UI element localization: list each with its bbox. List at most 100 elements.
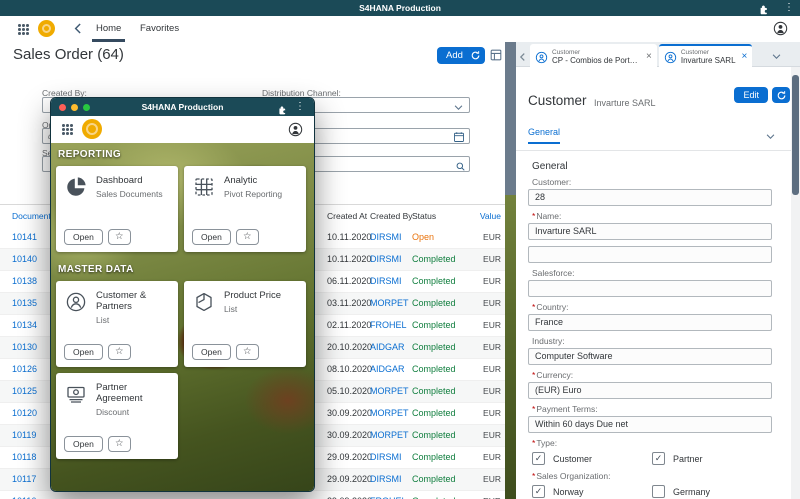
favorite-star-button[interactable]: ☆ bbox=[107, 229, 131, 245]
popup-shell-bar bbox=[51, 116, 314, 143]
created-by-link[interactable]: AIDGAR bbox=[370, 337, 405, 358]
created-by-link[interactable]: DIRSMI bbox=[370, 447, 402, 468]
field-value-box[interactable]: Computer Software bbox=[528, 348, 772, 365]
column-document[interactable]: Document bbox=[12, 205, 51, 227]
status-cell: Completed bbox=[412, 298, 456, 308]
created-by-link[interactable]: FROHEL bbox=[370, 491, 407, 499]
column-created-at[interactable]: Created At bbox=[327, 205, 367, 227]
document-link[interactable]: 10117 bbox=[12, 469, 36, 490]
export-table-icon[interactable] bbox=[489, 48, 503, 62]
created-by-link[interactable]: DIRSMI bbox=[370, 271, 402, 292]
detail-refresh-button[interactable] bbox=[772, 87, 790, 103]
field-value-box[interactable]: 28 bbox=[528, 189, 772, 206]
user-avatar-icon[interactable] bbox=[773, 21, 788, 36]
field-value-box[interactable]: (EUR) Euro bbox=[528, 382, 772, 399]
app-tile[interactable]: Dashboard Sales Documents Open ☆ bbox=[56, 166, 178, 252]
favorite-star-button[interactable]: ☆ bbox=[235, 229, 259, 245]
open-button[interactable]: Open bbox=[192, 344, 231, 360]
section-chevron-down-icon[interactable] bbox=[765, 129, 776, 140]
created-by-link[interactable]: MORPET bbox=[370, 425, 409, 446]
search-icon[interactable] bbox=[455, 159, 467, 171]
chevron-down-icon[interactable] bbox=[453, 100, 465, 112]
checkbox-option[interactable]: ✓ Norway bbox=[532, 485, 652, 498]
back-chevron-icon[interactable] bbox=[72, 22, 85, 35]
document-link[interactable]: 10125 bbox=[12, 381, 37, 402]
customer-tab[interactable]: CustomerCP - Combios de Portugal ... × bbox=[530, 44, 657, 68]
column-value[interactable]: Value bbox=[480, 205, 501, 227]
checkbox[interactable]: ✓ bbox=[532, 452, 545, 465]
field-value-box[interactable]: Within 60 days Due net bbox=[528, 416, 772, 433]
created-by-link[interactable]: DIRSMI bbox=[370, 469, 402, 490]
open-button[interactable]: Open bbox=[192, 229, 231, 245]
document-link[interactable]: 10134 bbox=[12, 315, 37, 336]
checkbox-option[interactable]: ✓ Partner bbox=[652, 452, 772, 465]
checkbox-option[interactable]: Germany bbox=[652, 485, 772, 498]
tab-overflow-chevron-icon[interactable] bbox=[771, 49, 782, 60]
popup-kebab-menu-icon[interactable]: ⋮ bbox=[295, 101, 305, 113]
open-button[interactable]: Open bbox=[64, 344, 103, 360]
checkbox-label: Customer bbox=[553, 453, 593, 464]
checkbox[interactable]: ✓ bbox=[532, 485, 545, 498]
created-by-link[interactable]: MORPET bbox=[370, 293, 409, 314]
launchpad-tiles-area: REPORTING Dashboard Sales Documents Open ☆ An… bbox=[51, 143, 314, 491]
detail-header: Customer Invarture SARL Edit General bbox=[516, 67, 800, 151]
checkbox[interactable] bbox=[652, 485, 665, 498]
created-at-cell: 03.11.2020 bbox=[327, 298, 372, 308]
created-by-link[interactable]: MORPET bbox=[370, 381, 409, 402]
document-link[interactable]: 10119 bbox=[12, 425, 36, 446]
brand-logo[interactable] bbox=[38, 20, 55, 37]
document-link[interactable]: 10116 bbox=[12, 491, 36, 499]
document-link[interactable]: 10140 bbox=[12, 249, 37, 270]
favorite-star-button[interactable]: ☆ bbox=[107, 436, 131, 452]
edit-button[interactable]: Edit bbox=[734, 87, 768, 103]
document-link[interactable]: 10118 bbox=[12, 447, 36, 468]
kebab-menu-icon[interactable]: ⋮ bbox=[784, 2, 794, 14]
nav-tab-favorites[interactable]: Favorites bbox=[136, 16, 183, 39]
field-value-box[interactable]: France bbox=[528, 314, 772, 331]
field-value-box[interactable] bbox=[528, 246, 772, 263]
detail-scrollbar-thumb[interactable] bbox=[792, 75, 799, 195]
created-by-link[interactable]: AIDGAR bbox=[370, 359, 405, 380]
document-link[interactable]: 10126 bbox=[12, 359, 37, 380]
list-scrollbar-thumb[interactable] bbox=[505, 42, 516, 195]
document-link[interactable]: 10138 bbox=[12, 271, 37, 292]
tab-general[interactable]: General bbox=[528, 127, 561, 144]
popup-brand-logo[interactable] bbox=[82, 119, 102, 139]
favorite-star-button[interactable]: ☆ bbox=[235, 344, 259, 360]
tab-scroll-left-icon[interactable] bbox=[518, 49, 528, 61]
app-tile[interactable]: Partner Agreement Discount Open ☆ bbox=[56, 373, 178, 459]
calendar-icon[interactable] bbox=[453, 130, 465, 142]
document-link[interactable]: 10130 bbox=[12, 337, 37, 358]
refresh-button[interactable] bbox=[466, 47, 485, 64]
popup-user-avatar-icon[interactable] bbox=[288, 122, 303, 137]
popup-extensions-puzzle-icon[interactable] bbox=[277, 102, 288, 114]
column-created-by[interactable]: Created By bbox=[370, 205, 413, 227]
customer-tab[interactable]: Customer Invarture SARL × bbox=[658, 44, 753, 68]
created-by-link[interactable]: DIRSMI bbox=[370, 249, 402, 270]
favorite-star-button[interactable]: ☆ bbox=[107, 344, 131, 360]
document-link[interactable]: 10120 bbox=[12, 403, 37, 424]
app-tile[interactable]: Customer & Partners List Open ☆ bbox=[56, 281, 178, 367]
checkbox-option[interactable]: ✓ Customer bbox=[532, 452, 652, 465]
tab-close-icon[interactable]: × bbox=[646, 52, 652, 62]
nav-tab-home[interactable]: Home bbox=[92, 16, 126, 42]
document-link[interactable]: 10141 bbox=[12, 227, 37, 248]
column-status[interactable]: Status bbox=[412, 205, 436, 227]
field-value-box[interactable]: Invarture SARL bbox=[528, 223, 772, 240]
checkbox[interactable]: ✓ bbox=[652, 452, 665, 465]
app-tile[interactable]: Analytic Pivot Reporting Open ☆ bbox=[184, 166, 306, 252]
created-by-link[interactable]: MORPET bbox=[370, 403, 409, 424]
tab-close-icon[interactable]: × bbox=[742, 52, 748, 62]
extensions-puzzle-icon[interactable] bbox=[758, 2, 770, 15]
popup-app-launcher-grid-icon[interactable] bbox=[62, 124, 73, 135]
document-link[interactable]: 10135 bbox=[12, 293, 37, 314]
detail-scrollbar[interactable] bbox=[791, 67, 800, 499]
created-by-link[interactable]: FROHEL bbox=[370, 315, 407, 336]
app-tile[interactable]: Product Price List Open ☆ bbox=[184, 281, 306, 367]
app-launcher-grid-icon[interactable] bbox=[18, 24, 29, 35]
field-value-box[interactable] bbox=[528, 280, 772, 297]
open-button[interactable]: Open bbox=[64, 229, 103, 245]
popup-title-bar[interactable]: S4HANA Production ⋮ bbox=[51, 98, 314, 116]
open-button[interactable]: Open bbox=[64, 436, 103, 452]
created-by-link[interactable]: DIRSMI bbox=[370, 227, 402, 248]
